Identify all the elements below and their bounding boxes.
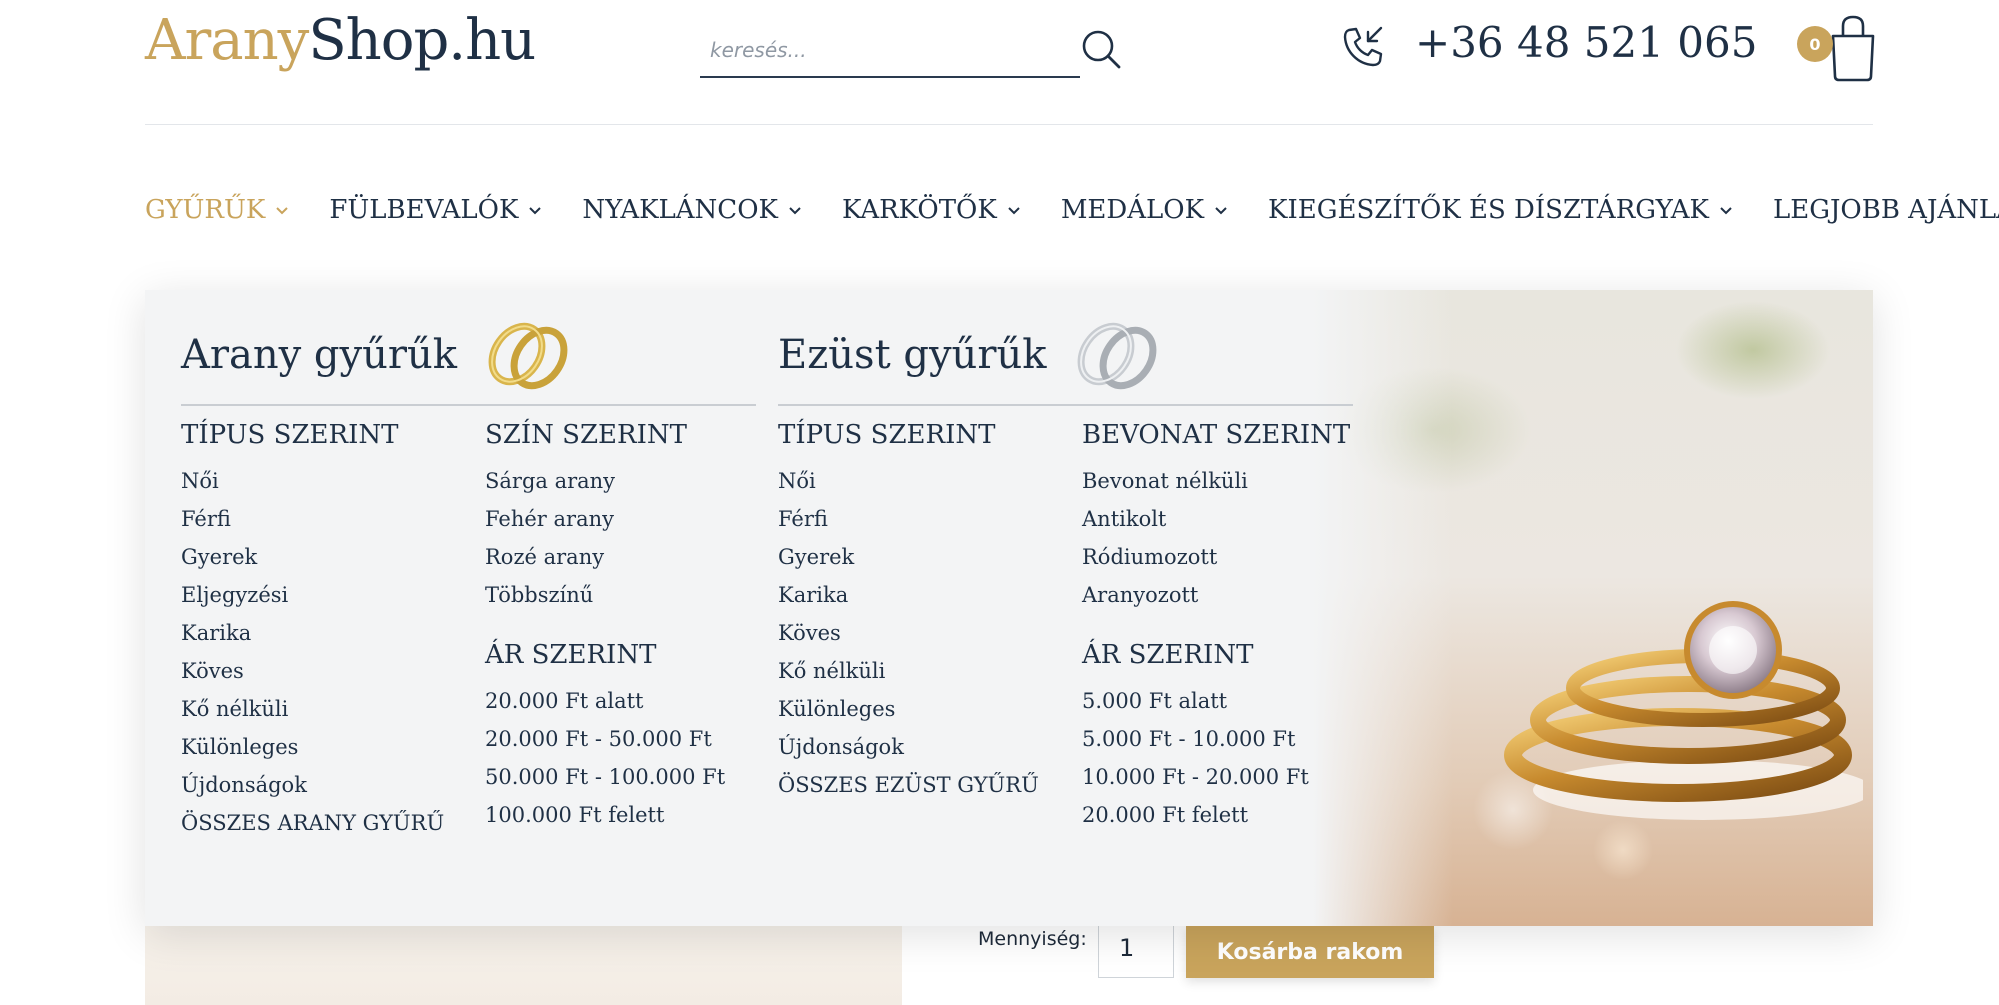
- add-to-cart-button[interactable]: Kosárba rakom: [1186, 926, 1434, 978]
- menu-link[interactable]: Többszínű: [485, 576, 687, 614]
- silver-rings-section: Ezüst gyűrűk: [778, 320, 1353, 406]
- menu-link[interactable]: Férfi: [181, 500, 444, 538]
- menu-link[interactable]: Különleges: [778, 690, 1039, 728]
- menu-link[interactable]: Női: [778, 462, 1039, 500]
- nav-item-label: NYAKLÁNCOK: [582, 195, 778, 225]
- silver-rings-icon: [1078, 322, 1157, 390]
- menu-link[interactable]: Fehér arany: [485, 500, 687, 538]
- menu-link[interactable]: 20.000 Ft alatt: [485, 682, 725, 720]
- product-image: [145, 926, 902, 1005]
- chevron-down-icon: [529, 207, 542, 215]
- gold-ring-with-diamond-image: [1504, 601, 1863, 820]
- chevron-down-icon: [1215, 207, 1227, 215]
- quantity-input[interactable]: 1: [1098, 926, 1174, 978]
- menu-link[interactable]: Gyerek: [778, 538, 1039, 576]
- gold-price-list: 20.000 Ft alatt 20.000 Ft - 50.000 Ft 50…: [485, 682, 725, 834]
- menu-link[interactable]: Férfi: [778, 500, 1039, 538]
- menu-link[interactable]: Karika: [778, 576, 1039, 614]
- column-heading: BEVONAT SZERINT: [1082, 420, 1351, 450]
- nav-item-kiegeszitok[interactable]: KIEGÉSZÍTŐK ÉS DÍSZTÁRGYAK: [1268, 195, 1733, 225]
- logo-text-shop: Shop.hu: [308, 8, 536, 73]
- all-silver-rings-link[interactable]: ÖSSZES EZÜST GYŰRŰ: [778, 766, 1039, 804]
- silver-by-type-column: TÍPUS SZERINT Női Férfi Gyerek Karika Kö…: [778, 420, 1039, 804]
- all-gold-rings-link[interactable]: ÖSSZES ARANY GYŰRŰ: [181, 804, 444, 842]
- menu-link[interactable]: Különleges: [181, 728, 444, 766]
- nav-item-label: KIEGÉSZÍTŐK ÉS DÍSZTÁRGYAK: [1268, 195, 1709, 225]
- nav-item-label: KARKÖTŐK: [841, 195, 997, 225]
- nav-item-medalok[interactable]: MEDÁLOK: [1061, 195, 1228, 225]
- column-heading: SZÍN SZERINT: [485, 420, 687, 450]
- header-divider: [145, 124, 1873, 125]
- menu-link[interactable]: Eljegyzési: [181, 576, 444, 614]
- quantity-label: Mennyiség:: [978, 928, 1087, 950]
- menu-link[interactable]: Sárga arany: [485, 462, 687, 500]
- chevron-down-icon: [789, 207, 801, 215]
- gold-by-price-column: ÁR SZERINT 20.000 Ft alatt 20.000 Ft - 5…: [485, 640, 725, 834]
- silver-by-price-column: ÁR SZERINT 5.000 Ft alatt 5.000 Ft - 10.…: [1082, 640, 1309, 834]
- gold-rings-title[interactable]: Arany gyűrűk: [181, 332, 457, 378]
- chevron-down-icon: [1720, 207, 1732, 215]
- search-bar: [700, 28, 1080, 78]
- nav-item-karkotok[interactable]: KARKÖTŐK: [842, 195, 1021, 225]
- nav-item-fulbevalok[interactable]: FÜLBEVALÓK: [329, 195, 542, 225]
- menu-link[interactable]: Gyerek: [181, 538, 444, 576]
- gold-rings-icon: [488, 322, 568, 390]
- nav-item-gyuruk[interactable]: GYŰRŰK: [145, 195, 289, 225]
- phone-incoming-icon[interactable]: [1340, 24, 1386, 70]
- nav-item-legjobb-ajanlatok[interactable]: LEGJOBB AJÁNLATOK: [1773, 195, 1999, 225]
- menu-link[interactable]: Köves: [778, 614, 1039, 652]
- menu-link[interactable]: Aranyozott: [1082, 576, 1350, 614]
- menu-link[interactable]: 5.000 Ft - 10.000 Ft: [1082, 720, 1309, 758]
- menu-link[interactable]: 20.000 Ft - 50.000 Ft: [485, 720, 725, 758]
- chevron-down-icon: [1008, 207, 1020, 215]
- silver-price-list: 5.000 Ft alatt 5.000 Ft - 10.000 Ft 10.0…: [1082, 682, 1309, 834]
- menu-link[interactable]: Rozé arany: [485, 538, 687, 576]
- search-input[interactable]: [700, 28, 1080, 72]
- gold-by-color-column: SZÍN SZERINT Sárga arany Fehér arany Roz…: [485, 420, 687, 614]
- nav-item-nyaklancok[interactable]: NYAKLÁNCOK: [582, 195, 802, 225]
- cart-count-badge: 0: [1797, 26, 1833, 62]
- nav-item-label: MEDÁLOK: [1060, 195, 1205, 225]
- menu-link[interactable]: Kő nélküli: [181, 690, 444, 728]
- nav-item-label: LEGJOBB AJÁNLATOK: [1772, 195, 1999, 225]
- nav-item-label: GYŰRŰK: [145, 195, 266, 225]
- menu-link[interactable]: Antikolt: [1082, 500, 1350, 538]
- column-heading: TÍPUS SZERINT: [778, 420, 996, 450]
- phone-number[interactable]: +36 48 521 065: [1415, 18, 1757, 67]
- menu-link[interactable]: Karika: [181, 614, 444, 652]
- menu-link[interactable]: 20.000 Ft felett: [1082, 796, 1309, 834]
- logo-text-arany: Arany: [145, 8, 309, 73]
- menu-link[interactable]: 100.000 Ft felett: [485, 796, 725, 834]
- main-nav: GYŰRŰK FÜLBEVALÓK NYAKLÁNCOK KARKÖTŐK ME…: [145, 188, 1999, 232]
- silver-by-coating-column: BEVONAT SZERINT Bevonat nélküli Antikolt…: [1082, 420, 1350, 614]
- menu-link[interactable]: Újdonságok: [778, 728, 1039, 766]
- menu-link[interactable]: 50.000 Ft - 100.000 Ft: [485, 758, 725, 796]
- section-divider: [778, 404, 1353, 406]
- menu-link[interactable]: Újdonságok: [181, 766, 444, 804]
- gold-color-list: Sárga arany Fehér arany Rozé arany Többs…: [485, 462, 687, 614]
- menu-link[interactable]: 5.000 Ft alatt: [1082, 682, 1309, 720]
- menu-link[interactable]: Bevonat nélküli: [1082, 462, 1350, 500]
- gold-type-list: Női Férfi Gyerek Eljegyzési Karika Köves…: [181, 462, 444, 842]
- silver-type-list: Női Férfi Gyerek Karika Köves Kő nélküli…: [778, 462, 1039, 804]
- menu-link[interactable]: Ródiumozott: [1082, 538, 1350, 576]
- nav-item-label: FÜLBEVALÓK: [329, 195, 519, 225]
- column-heading: ÁR SZERINT: [485, 640, 657, 670]
- site-logo[interactable]: AranyShop.hu: [145, 8, 536, 73]
- gold-rings-section: Arany gyűrűk: [181, 320, 756, 406]
- section-divider: [181, 404, 756, 406]
- menu-link[interactable]: 10.000 Ft - 20.000 Ft: [1082, 758, 1309, 796]
- silver-rings-title[interactable]: Ezüst gyűrűk: [778, 332, 1046, 378]
- gold-by-type-column: TÍPUS SZERINT Női Férfi Gyerek Eljegyzés…: [181, 420, 444, 842]
- search-icon[interactable]: [1080, 28, 1122, 70]
- menu-link[interactable]: Köves: [181, 652, 444, 690]
- column-heading: TÍPUS SZERINT: [181, 420, 399, 450]
- rings-promo-image: [1313, 290, 1873, 926]
- column-heading: ÁR SZERINT: [1082, 640, 1254, 670]
- menu-link[interactable]: Kő nélküli: [778, 652, 1039, 690]
- silver-coating-list: Bevonat nélküli Antikolt Ródiumozott Ara…: [1082, 462, 1350, 614]
- chevron-down-icon: [276, 207, 289, 215]
- rings-mega-menu: Arany gyűrűk TÍPUS SZERINT Női Férfi Gye…: [145, 290, 1873, 926]
- menu-link[interactable]: Női: [181, 462, 444, 500]
